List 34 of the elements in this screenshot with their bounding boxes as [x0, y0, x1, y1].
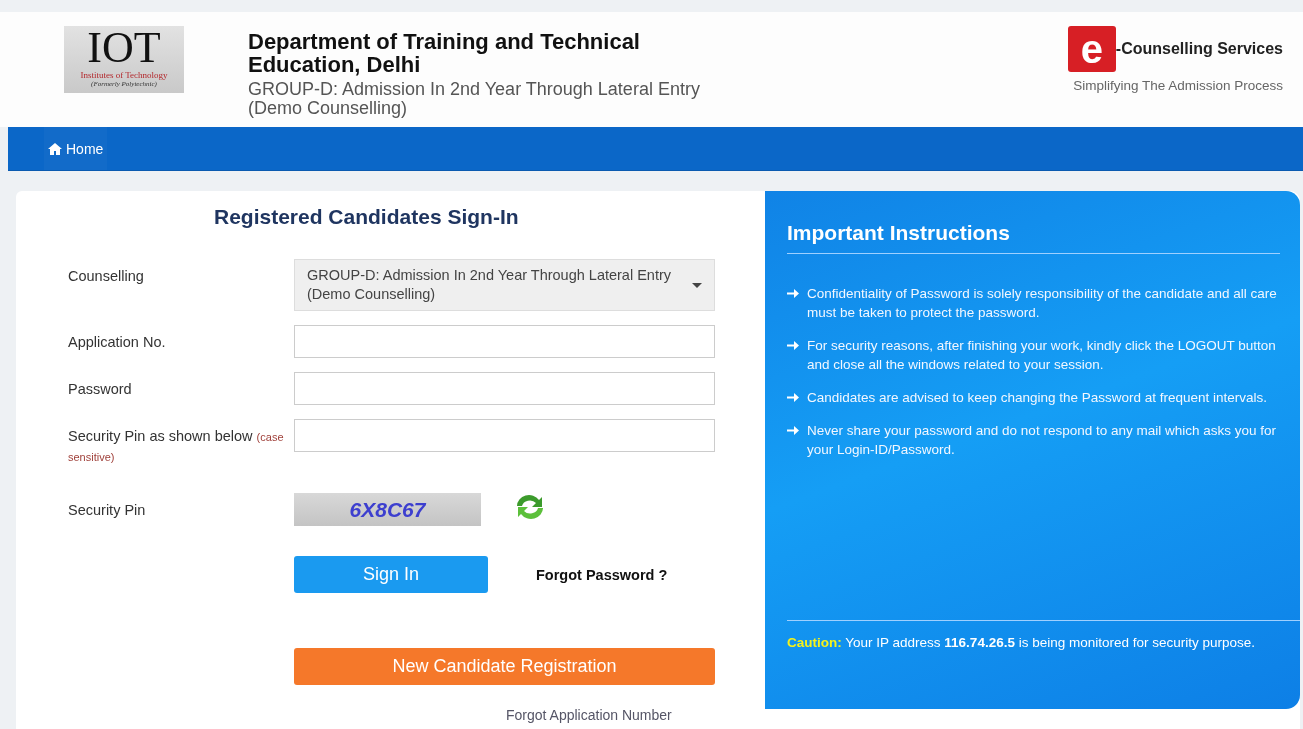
house-icon: [48, 142, 62, 155]
instruction-text: For security reasons, after finishing your work, kindly click the LOGOUT button and close all the windows related to your session.: [807, 337, 1277, 374]
sign-in-title: Registered Candidates Sign-In: [214, 205, 520, 230]
arrow-icon: [787, 425, 799, 436]
forgot-application-link[interactable]: Forgot Application Number: [506, 707, 672, 723]
logo-subtitle: Institutes of Technology: [80, 70, 168, 80]
brand-name: -Counselling Services: [1115, 40, 1283, 58]
arrow-icon: [787, 288, 799, 299]
caret-icon: [692, 282, 702, 288]
field-label: Application No.: [68, 333, 167, 352]
security-pin-field[interactable]: [294, 419, 715, 452]
brand-tagline: Simplifying The Admission Process: [1073, 78, 1283, 93]
field-label: Security Pin: [68, 501, 147, 520]
forgot-password-link[interactable]: Forgot Password ?: [536, 566, 668, 583]
department-title: Department of Training and Technical Education, Delhi: [248, 30, 641, 76]
password-field[interactable]: [294, 372, 715, 405]
instruction-text: Never share your password and do not respond to any mail which asks you for your Login-ID/Password.: [807, 422, 1277, 459]
brand-logo: e: [1067, 26, 1116, 72]
caution-label: Caution:: [787, 635, 842, 650]
field-label: Counselling: [68, 267, 145, 286]
application-number-field[interactable]: [294, 325, 715, 358]
instruction-text: Candidates are advised to keep changing the Password at frequent intervals.: [807, 389, 1268, 407]
field-label: Security Pin as shown below (case sensitive): [68, 427, 285, 465]
arrow-icon: [787, 340, 799, 351]
arrow-icon: [787, 392, 799, 403]
instruction-text: Confidentiality of Password is solely responsibility of the candidate and all care must be taken to protect the password.: [807, 285, 1278, 322]
counselling-select[interactable]: GROUP-D: Admission In 2nd Year Through Lateral Entry (Demo Counselling): [294, 259, 715, 311]
instructions-title: Important Instructions: [787, 221, 1280, 254]
page-subtitle: GROUP-D: Admission In 2nd Year Through Lateral Entry (Demo Counselling): [248, 80, 701, 118]
field-label: Password: [68, 380, 133, 399]
logo-title: IOT: [87, 26, 161, 70]
home-link[interactable]: Home: [44, 127, 108, 170]
caution-text: Your IP address 116.74.26.5 is being monitored for security purpose.: [845, 635, 1256, 650]
captcha-image: 6X8C67: [294, 493, 481, 526]
